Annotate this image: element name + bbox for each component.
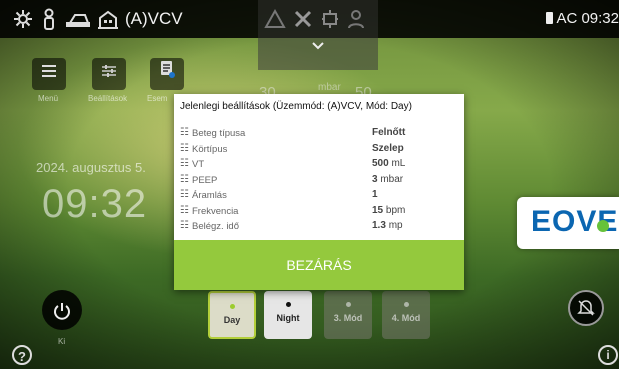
bell-icon (577, 299, 595, 316)
patient-icon (42, 8, 56, 30)
close-button[interactable]: BEZÁRÁS (174, 240, 464, 290)
mode-night-button[interactable]: Night (264, 291, 312, 339)
setting-value: 1 (372, 189, 378, 200)
sliders-icon: ☷ (180, 204, 189, 216)
circuit-icon (64, 8, 92, 30)
setting-label: Áramlás (192, 190, 227, 201)
eove-logo: EOVE (517, 197, 619, 249)
setting-value: Felnőtt (372, 127, 405, 138)
sliders-icon: ☷ (180, 127, 189, 138)
setting-value: 1.3 mp (372, 220, 403, 231)
sliders-icon: ☷ (180, 142, 189, 154)
alarm-triangle-icon[interactable] (264, 8, 286, 30)
menu-button[interactable] (32, 58, 66, 90)
value-number: 15 (372, 204, 384, 216)
user-icon[interactable] (346, 8, 366, 30)
mode-indicator-dot (403, 302, 409, 307)
power-label: Ki (58, 337, 66, 346)
power-button[interactable] (42, 290, 82, 330)
value-number: 3 (372, 173, 378, 185)
events-button[interactable] (150, 58, 184, 90)
value-number: Felnőtt (372, 127, 406, 138)
param-unit-label: mbar (318, 82, 341, 93)
setting-value: 3 mbar (372, 174, 403, 185)
value-unit: mp (388, 220, 403, 231)
chevron-down-icon (258, 40, 378, 54)
setting-label: Belégz. idő (192, 221, 240, 232)
sliders-icon: ☷ (180, 220, 189, 231)
settings-label: Beállítások (88, 94, 128, 103)
setting-value: 15 bpm (372, 205, 405, 216)
mode-indicator-dot (285, 302, 291, 307)
logo-dot-icon (597, 220, 609, 232)
current-settings-dialog: Jelenlegi beállítások (Üzemmód: (A)VCV, … (174, 94, 464, 290)
power-status: AC 09:32 (546, 10, 619, 27)
setting-value: 500 mL (372, 158, 405, 169)
mode-day-label: Day (223, 315, 241, 325)
value-number: 500 (372, 158, 389, 169)
mode-3-label: 3. Mód (333, 313, 363, 323)
mode-3-button[interactable]: 3. Mód (324, 291, 372, 339)
battery-icon (546, 12, 554, 24)
value-number: Szelep (372, 142, 404, 154)
sliders-icon: ☷ (180, 158, 189, 169)
mode-day-button[interactable]: Day (208, 291, 256, 339)
settings-button[interactable] (92, 58, 126, 90)
value-unit: mL (391, 158, 406, 169)
alarm-silence-button[interactable] (568, 290, 604, 326)
notes-icon (159, 61, 175, 82)
ac-time-label: AC 09:32 (556, 10, 619, 27)
setting-label: VT (192, 159, 205, 170)
mode-night-label: Night (276, 313, 300, 323)
ventilation-mode-label: (A)VCV (125, 9, 183, 28)
plug-icon[interactable] (320, 8, 340, 30)
parameter-dropdown[interactable] (258, 38, 378, 70)
value-unit: bpm (385, 204, 406, 216)
info-icon[interactable]: i (598, 345, 618, 365)
value-unit: mbar (380, 173, 404, 185)
help-icon[interactable]: ? (12, 345, 32, 365)
mode-4-label: 4. Mód (391, 313, 421, 323)
list-item: ☷ Körtípus Szelep (180, 142, 460, 158)
sliders-icon: ☷ (180, 189, 189, 200)
setting-label: Frekvencia (192, 205, 239, 217)
tools-icon[interactable] (292, 8, 314, 30)
clock-display: 09:32 (42, 182, 148, 226)
value-number: 1.3 (372, 220, 386, 231)
power-icon (52, 299, 72, 321)
setting-label: Beteg típusa (192, 128, 246, 139)
setting-value: Szelep (372, 143, 404, 154)
mode-indicator-dot (229, 304, 235, 309)
sliders-icon (101, 65, 117, 82)
setting-label: Körtípus (192, 143, 228, 155)
date-display: 2024. augusztus 5. (36, 160, 146, 175)
list-item: ☷ Áramlás 1 (180, 188, 460, 204)
list-item: ☷ Belégz. idő 1.3 mp (180, 219, 460, 235)
menu-label: Menü (38, 94, 59, 103)
settings-list[interactable]: ☷ Beteg típusa Felnőtt ☷ Körtípus Szelep ☷ VT… (180, 126, 460, 240)
settings-icon[interactable] (12, 8, 34, 30)
list-item: ☷ VT 500 mL (180, 157, 460, 173)
setting-label: PEEP (192, 174, 218, 186)
menu-icon (41, 65, 57, 82)
value-number: 1 (372, 189, 378, 200)
mode-indicator-dot (345, 302, 351, 307)
events-label: Esem (147, 94, 168, 103)
list-item: ☷ Beteg típusa Felnőtt (180, 126, 460, 142)
list-item: ☷ Frekvencia 15 bpm (180, 204, 460, 220)
dialog-title: Jelenlegi beállítások (Üzemmód: (A)VCV, … (180, 101, 412, 112)
building-icon (96, 8, 120, 30)
list-item: ☷ PEEP 3 mbar (180, 173, 460, 189)
sliders-icon: ☷ (180, 173, 189, 185)
mode-4-button[interactable]: 4. Mód (382, 291, 430, 339)
